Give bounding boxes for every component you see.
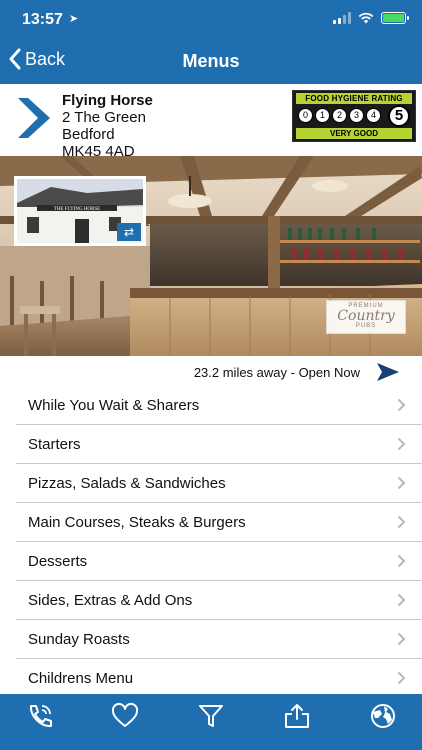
signal-icon — [333, 12, 351, 24]
food-hygiene-rating-badge[interactable]: FOOD HYGIENE RATING 0 1 2 3 4 5 VERY GOO… — [292, 90, 416, 142]
directions-arrow-icon[interactable] — [376, 362, 400, 382]
menu-item-main-courses[interactable]: Main Courses, Steaks & Burgers — [16, 503, 422, 542]
battery-icon — [381, 12, 409, 24]
chevron-right-icon — [397, 476, 406, 490]
menu-item-pizzas[interactable]: Pizzas, Salads & Sandwiches — [16, 464, 422, 503]
brand-main-text: Country — [337, 308, 395, 324]
status-bar: 13:57 ➤ — [0, 0, 422, 40]
address-line-2: Bedford — [62, 126, 115, 143]
rating-scale-step: 2 — [332, 108, 347, 123]
list-item-label: Desserts — [28, 553, 88, 570]
venue-exterior-thumbnail[interactable]: THE FLYING HORSE ⇄ — [14, 176, 146, 246]
wifi-icon — [358, 12, 374, 24]
phone-icon[interactable] — [25, 702, 55, 730]
filter-icon[interactable] — [196, 702, 226, 730]
chevron-right-icon — [397, 632, 406, 646]
chevron-right-icon — [397, 593, 406, 607]
list-item-label: Main Courses, Steaks & Burgers — [28, 514, 246, 531]
menu-item-starters[interactable]: Starters — [16, 425, 422, 464]
rating-header: FOOD HYGIENE RATING — [296, 93, 412, 104]
menu-item-childrens-menu[interactable]: Childrens Menu — [16, 659, 422, 698]
list-item-label: Childrens Menu — [28, 670, 134, 687]
menu-item-sunday-roasts[interactable]: Sunday Roasts — [16, 620, 422, 659]
tab-bar — [0, 694, 422, 750]
menu-list: While You Wait & Sharers Starters Pizzas… — [0, 386, 422, 698]
venue-address: Flying Horse 2 The Green Bedford MK45 4A… — [62, 92, 153, 160]
list-item-label: Pizzas, Salads & Sandwiches — [28, 475, 226, 492]
venue-name: Flying Horse — [62, 92, 153, 109]
rating-scale-step: 1 — [315, 108, 330, 123]
rating-scale-step: 3 — [349, 108, 364, 123]
swap-image-icon[interactable]: ⇄ — [117, 223, 141, 241]
chevron-right-icon — [397, 515, 406, 529]
venue-info: Flying Horse 2 The Green Bedford MK45 4A… — [0, 84, 422, 160]
rating-scale-step: 0 — [298, 108, 313, 123]
menu-item-while-you-wait[interactable]: While You Wait & Sharers — [16, 386, 422, 425]
menu-item-desserts[interactable]: Desserts — [16, 542, 422, 581]
status-time: 13:57 — [22, 11, 63, 28]
chevron-right-icon — [397, 398, 406, 412]
globe-icon[interactable] — [368, 702, 398, 730]
chevron-logo-icon — [18, 98, 50, 138]
header: 13:57 ➤ Back Menus — [0, 0, 422, 84]
list-item-label: While You Wait & Sharers — [28, 397, 200, 414]
distance-text: 23.2 miles away - Open Now — [193, 365, 360, 380]
premium-country-pubs-logo: PREMIUM Country PUBS — [326, 300, 406, 334]
location-arrow-icon: ➤ — [69, 13, 79, 25]
list-item-label: Starters — [28, 436, 81, 453]
chevron-right-icon — [397, 554, 406, 568]
rating-scale: 0 1 2 3 4 — [298, 108, 381, 123]
nav-bar: Back Menus — [0, 40, 422, 84]
list-item-label: Sides, Extras & Add Ons — [28, 592, 193, 609]
rating-label: VERY GOOD — [296, 128, 412, 139]
menu-item-sides[interactable]: Sides, Extras & Add Ons — [16, 581, 422, 620]
page-title: Menus — [182, 51, 240, 71]
rating-scale-step: 4 — [366, 108, 381, 123]
thumb-sign-text: THE FLYING HORSE — [54, 207, 100, 212]
list-item-label: Sunday Roasts — [28, 631, 130, 648]
share-icon[interactable] — [282, 702, 312, 730]
address-line-1: 2 The Green — [62, 109, 146, 126]
chevron-right-icon — [397, 671, 406, 685]
distance-row: 23.2 miles away - Open Now — [0, 358, 422, 386]
heart-icon[interactable] — [110, 702, 140, 730]
rating-value: 5 — [388, 105, 410, 127]
chevron-right-icon — [397, 437, 406, 451]
